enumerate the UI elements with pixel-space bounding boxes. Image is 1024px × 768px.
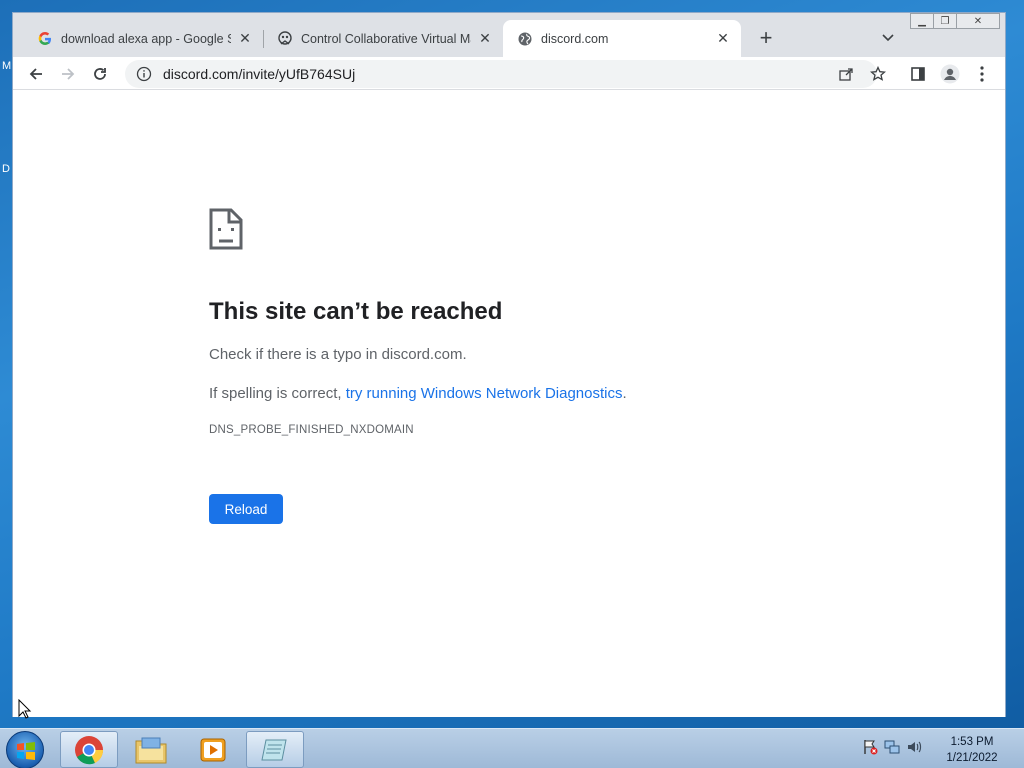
desktop-icon-label-1: M	[2, 60, 12, 72]
start-button[interactable]	[6, 731, 44, 768]
vm-icon	[277, 30, 293, 47]
error-diagnostics-hint: If spelling is correct, try running Wind…	[209, 385, 627, 402]
globe-icon	[517, 31, 533, 47]
window-controls: ▁ ❐ ✕	[910, 13, 1000, 29]
back-arrow-icon[interactable]	[23, 61, 49, 87]
profile-avatar-icon[interactable]	[937, 61, 963, 87]
taskbar: 1:53 PM 1/21/2022	[0, 728, 1024, 768]
desktop-icon-label-2: D	[2, 163, 10, 175]
taskbar-media-player[interactable]	[184, 731, 242, 768]
clock-time: 1:53 PM	[950, 736, 994, 748]
error-page: This site can’t be reached Check if ther…	[13, 91, 1005, 717]
media-player-icon	[200, 738, 226, 761]
taskbar-chrome[interactable]	[60, 731, 118, 768]
close-window-button[interactable]: ✕	[956, 13, 1000, 29]
mouse-cursor-icon	[18, 698, 32, 724]
browser-window: download alexa app - Google Se ✕ Control…	[12, 12, 1006, 717]
action-center-flag-icon[interactable]	[862, 739, 878, 760]
error-typo-hint: Check if there is a typo in discord.com.	[209, 346, 467, 363]
tab-title: Control Collaborative Virtual Ma	[301, 31, 471, 46]
error-code: DNS_PROBE_FINISHED_NXDOMAIN	[209, 424, 414, 436]
network-icon[interactable]	[884, 739, 900, 760]
reload-button[interactable]: Reload	[209, 494, 283, 524]
share-icon[interactable]	[833, 61, 859, 87]
new-tab-button[interactable]: +	[753, 25, 779, 51]
clock-date: 1/21/2022	[946, 752, 998, 764]
notepad-icon	[261, 739, 287, 760]
side-panel-icon[interactable]	[905, 61, 931, 87]
network-diagnostics-link[interactable]: try running Windows Network Diagnostics	[346, 385, 623, 402]
minimize-button[interactable]: ▁	[910, 13, 934, 29]
star-bookmark-icon[interactable]	[865, 61, 891, 87]
address-bar[interactable]: discord.com/invite/yUfB764SUj	[125, 60, 877, 88]
taskbar-explorer[interactable]	[122, 731, 180, 768]
system-tray	[862, 739, 922, 760]
browser-toolbar: discord.com/invite/yUfB764SUj	[13, 57, 1005, 90]
google-icon	[37, 31, 53, 47]
chrome-icon	[75, 735, 104, 764]
taskbar-notepad[interactable]	[246, 731, 304, 768]
tab-google-search[interactable]: download alexa app - Google Se ✕	[23, 20, 263, 57]
tab-control-vm[interactable]: Control Collaborative Virtual Ma ✕	[263, 20, 503, 57]
kebab-menu-icon[interactable]	[969, 61, 995, 87]
error-title: This site can’t be reached	[209, 298, 503, 325]
url-text: discord.com/invite/yUfB764SUj	[163, 66, 356, 82]
tab-strip: download alexa app - Google Se ✕ Control…	[13, 13, 1005, 57]
close-icon[interactable]: ✕	[477, 30, 493, 47]
info-icon[interactable]	[135, 65, 153, 83]
diagnostics-prefix: If spelling is correct,	[209, 385, 346, 402]
folder-icon	[135, 737, 167, 763]
diagnostics-suffix: .	[622, 385, 627, 402]
tab-title: download alexa app - Google Se	[61, 31, 231, 46]
windows-logo-icon	[17, 742, 35, 760]
close-icon[interactable]: ✕	[715, 30, 731, 47]
reload-icon[interactable]	[87, 61, 113, 87]
sad-page-icon	[209, 208, 243, 255]
maximize-button[interactable]: ❐	[933, 13, 957, 29]
tab-search-chevron-icon[interactable]	[877, 27, 899, 49]
volume-icon[interactable]	[906, 739, 922, 760]
close-icon[interactable]: ✕	[237, 30, 253, 47]
forward-arrow-icon[interactable]	[55, 61, 81, 87]
tab-discord[interactable]: discord.com ✕	[503, 20, 741, 57]
taskbar-clock[interactable]: 1:53 PM 1/21/2022	[936, 734, 1008, 766]
tab-title: discord.com	[541, 31, 609, 46]
